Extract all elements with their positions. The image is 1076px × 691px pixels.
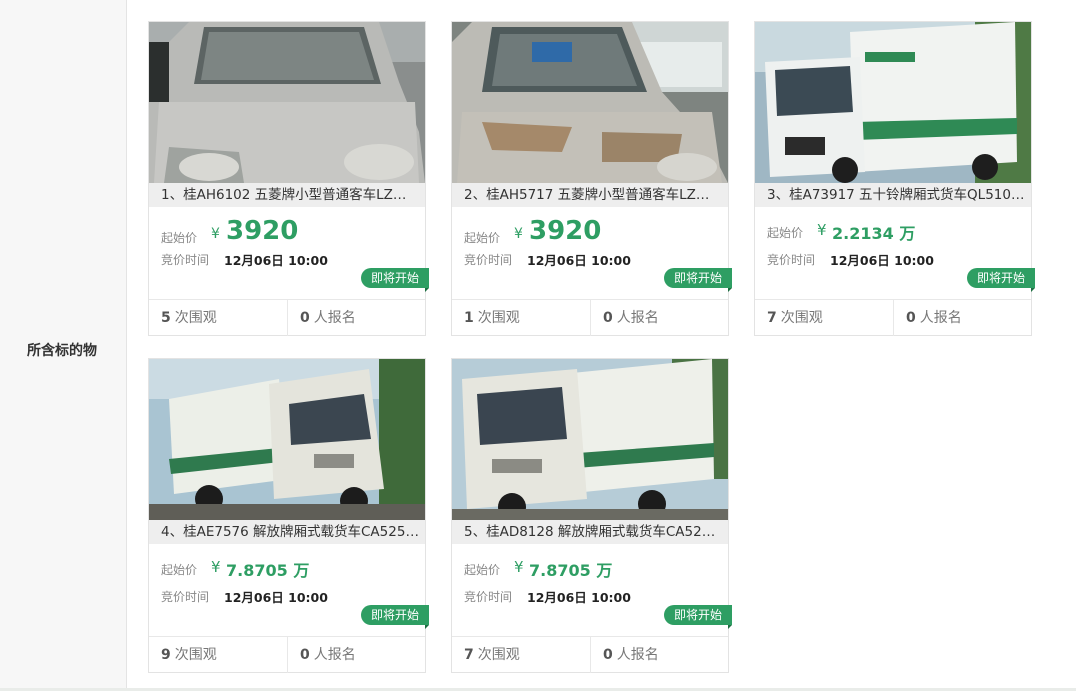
status-badge: 即将开始 <box>664 268 732 292</box>
stats-bar: 9 次围观 0 人报名 <box>149 636 425 673</box>
stat-divider <box>590 637 591 673</box>
views-label: 次围观 <box>174 310 217 326</box>
signups-count: 0 <box>300 647 310 663</box>
vehicle-photo[interactable] <box>149 359 425 520</box>
price-row: 起始价 ¥ 7.8705 万 <box>161 555 421 583</box>
stat-divider <box>590 300 591 336</box>
bid-time-label: 竞价时间 <box>161 590 210 604</box>
signups-count: 0 <box>300 310 310 326</box>
views-count: 1 <box>464 310 474 326</box>
bid-time: 12月06日 10:00 <box>527 590 631 605</box>
signups-stat: 0 人报名 <box>300 300 356 336</box>
vehicle-photo[interactable] <box>149 22 425 183</box>
signups-count: 0 <box>603 647 613 663</box>
start-price-label: 起始价 <box>767 226 804 240</box>
lot-card[interactable]: 4、桂AE7576 解放牌厢式载货车CA5250XXY 起始价 ¥ 7.8705… <box>148 358 429 673</box>
vehicle-photo[interactable] <box>755 22 1031 183</box>
views-label: 次围观 <box>477 647 520 663</box>
views-count: 7 <box>767 310 777 326</box>
lot-title[interactable]: 1、桂AH6102 五菱牌小型普通客车LZW6376NF <box>161 186 419 204</box>
stats-bar: 7 次围观 0 人报名 <box>755 299 1031 336</box>
start-price: 2.2134 万 <box>832 224 916 243</box>
start-price-label: 起始价 <box>464 563 501 577</box>
views-label: 次围观 <box>477 310 520 326</box>
signups-label: 人报名 <box>616 647 659 663</box>
start-price-label: 起始价 <box>161 231 198 245</box>
bid-time-label: 竞价时间 <box>464 253 513 267</box>
status-badge: 即将开始 <box>664 605 732 629</box>
section-label: 所含标的物 <box>27 343 97 359</box>
lot-card[interactable]: 1、桂AH6102 五菱牌小型普通客车LZW6376NF 起始价 ¥ 3920 … <box>148 21 429 336</box>
signups-stat: 0 人报名 <box>603 637 659 673</box>
start-price-label: 起始价 <box>464 231 501 245</box>
start-price: 3920 <box>226 216 299 246</box>
lot-title[interactable]: 2、桂AH5717 五菱牌小型普通客车LZW6376NF <box>464 186 722 204</box>
bid-time: 12月06日 10:00 <box>224 253 328 268</box>
vehicle-photo[interactable] <box>452 359 728 520</box>
start-price: 7.8705 万 <box>529 561 613 580</box>
stat-divider <box>287 300 288 336</box>
views-stat: 1 次围观 <box>464 300 520 336</box>
lot-caption[interactable]: 5、桂AD8128 解放牌厢式载货车CA5250XXY <box>452 520 728 544</box>
views-label: 次围观 <box>174 647 217 663</box>
signups-stat: 0 人报名 <box>906 300 962 336</box>
signups-stat: 0 人报名 <box>603 300 659 336</box>
start-price-label: 起始价 <box>161 563 198 577</box>
bid-time: 12月06日 10:00 <box>830 253 934 268</box>
bid-time-label: 竞价时间 <box>161 253 210 267</box>
signups-stat: 0 人报名 <box>300 637 356 673</box>
bid-time-label: 竞价时间 <box>767 253 816 267</box>
views-count: 5 <box>161 310 171 326</box>
stat-divider <box>893 300 894 336</box>
stats-bar: 1 次围观 0 人报名 <box>452 299 728 336</box>
stats-bar: 5 次围观 0 人报名 <box>149 299 425 336</box>
lot-caption[interactable]: 4、桂AE7576 解放牌厢式载货车CA5250XXY <box>149 520 425 544</box>
signups-label: 人报名 <box>313 647 356 663</box>
vehicle-photo[interactable] <box>452 22 728 183</box>
currency-symbol: ¥ <box>514 226 523 242</box>
views-stat: 7 次围观 <box>767 300 823 336</box>
status-badge: 即将开始 <box>361 268 429 292</box>
sidebar-column: 所含标的物 <box>0 0 127 691</box>
lot-title[interactable]: 3、桂A73917 五十铃牌厢式货车QL5100XXY <box>767 186 1025 204</box>
signups-count: 0 <box>603 310 613 326</box>
signups-label: 人报名 <box>313 310 356 326</box>
views-stat: 7 次围观 <box>464 637 520 673</box>
signups-label: 人报名 <box>616 310 659 326</box>
price-row: 起始价 ¥ 3920 <box>464 216 724 246</box>
price-row: 起始价 ¥ 2.2134 万 <box>767 218 1027 246</box>
lot-title[interactable]: 5、桂AD8128 解放牌厢式载货车CA5250XXY <box>464 523 722 541</box>
status-badge: 即将开始 <box>967 268 1035 292</box>
start-price: 7.8705 万 <box>226 561 310 580</box>
views-stat: 9 次围观 <box>161 637 217 673</box>
lot-card[interactable]: 5、桂AD8128 解放牌厢式载货车CA5250XXY 起始价 ¥ 7.8705… <box>451 358 732 673</box>
stats-bar: 7 次围观 0 人报名 <box>452 636 728 673</box>
currency-symbol: ¥ <box>514 558 524 576</box>
price-row: 起始价 ¥ 3920 <box>161 216 421 246</box>
lot-card[interactable]: 3、桂A73917 五十铃牌厢式货车QL5100XXY 起始价 ¥ 2.2134… <box>754 21 1035 336</box>
lot-caption[interactable]: 3、桂A73917 五十铃牌厢式货车QL5100XXY <box>755 183 1031 207</box>
lot-card[interactable]: 2、桂AH5717 五菱牌小型普通客车LZW6376NF 起始价 ¥ 3920 … <box>451 21 732 336</box>
status-badge: 即将开始 <box>361 605 429 629</box>
stat-divider <box>287 637 288 673</box>
bid-time: 12月06日 10:00 <box>224 590 328 605</box>
signups-count: 0 <box>906 310 916 326</box>
views-stat: 5 次围观 <box>161 300 217 336</box>
signups-label: 人报名 <box>919 310 962 326</box>
start-price: 3920 <box>529 216 602 246</box>
lot-title[interactable]: 4、桂AE7576 解放牌厢式载货车CA5250XXY <box>161 523 419 541</box>
views-label: 次围观 <box>780 310 823 326</box>
price-row: 起始价 ¥ 7.8705 万 <box>464 555 724 583</box>
views-count: 7 <box>464 647 474 663</box>
currency-symbol: ¥ <box>211 558 221 576</box>
lot-caption[interactable]: 2、桂AH5717 五菱牌小型普通客车LZW6376NF <box>452 183 728 207</box>
views-count: 9 <box>161 647 171 663</box>
currency-symbol: ¥ <box>211 226 220 242</box>
lot-caption[interactable]: 1、桂AH6102 五菱牌小型普通客车LZW6376NF <box>149 183 425 207</box>
currency-symbol: ¥ <box>817 221 827 239</box>
bid-time: 12月06日 10:00 <box>527 253 631 268</box>
bid-time-label: 竞价时间 <box>464 590 513 604</box>
